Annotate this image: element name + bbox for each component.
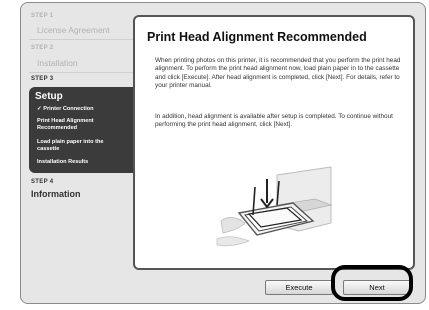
step-2-header: STEP 2 bbox=[31, 45, 54, 51]
substep-printer-connection: ✓ Printer Connection bbox=[37, 106, 94, 112]
instruction-paragraph-2: In addition, head alignment is available… bbox=[155, 113, 393, 129]
content-panel: Print Head Alignment Recommended When pr… bbox=[133, 15, 415, 270]
step-installation: Installation bbox=[37, 58, 78, 68]
step-license-agreement: License Agreement bbox=[37, 25, 110, 35]
step-information: Information bbox=[31, 189, 81, 199]
instruction-paragraph: When printing photos on this printer, it… bbox=[155, 57, 401, 89]
step-setup: Setup bbox=[35, 91, 63, 102]
step-sidebar: STEP 1 License Agreement STEP 2 Installa… bbox=[21, 3, 133, 303]
substep-print-head-alignment: Print Head Alignment Recommended bbox=[37, 118, 94, 131]
next-button-highlight-circle bbox=[331, 265, 413, 301]
step-3-header: STEP 3 bbox=[31, 76, 54, 82]
step-4-header: STEP 4 bbox=[31, 179, 54, 185]
paper-loading-illustration bbox=[216, 166, 333, 247]
substep-load-plain-paper: Load plain paper into the cassette bbox=[37, 139, 104, 152]
page-title: Print Head Alignment Recommended bbox=[147, 30, 367, 44]
setup-step-panel: Setup ✓ Printer Connection Print Head Al… bbox=[29, 87, 133, 173]
divider bbox=[29, 72, 133, 73]
substep-installation-results: Installation Results bbox=[37, 159, 89, 165]
step-1-header: STEP 1 bbox=[31, 13, 54, 19]
installer-window: STEP 1 License Agreement STEP 2 Installa… bbox=[20, 2, 426, 304]
execute-button[interactable]: Execute bbox=[265, 280, 333, 295]
divider bbox=[29, 39, 133, 40]
